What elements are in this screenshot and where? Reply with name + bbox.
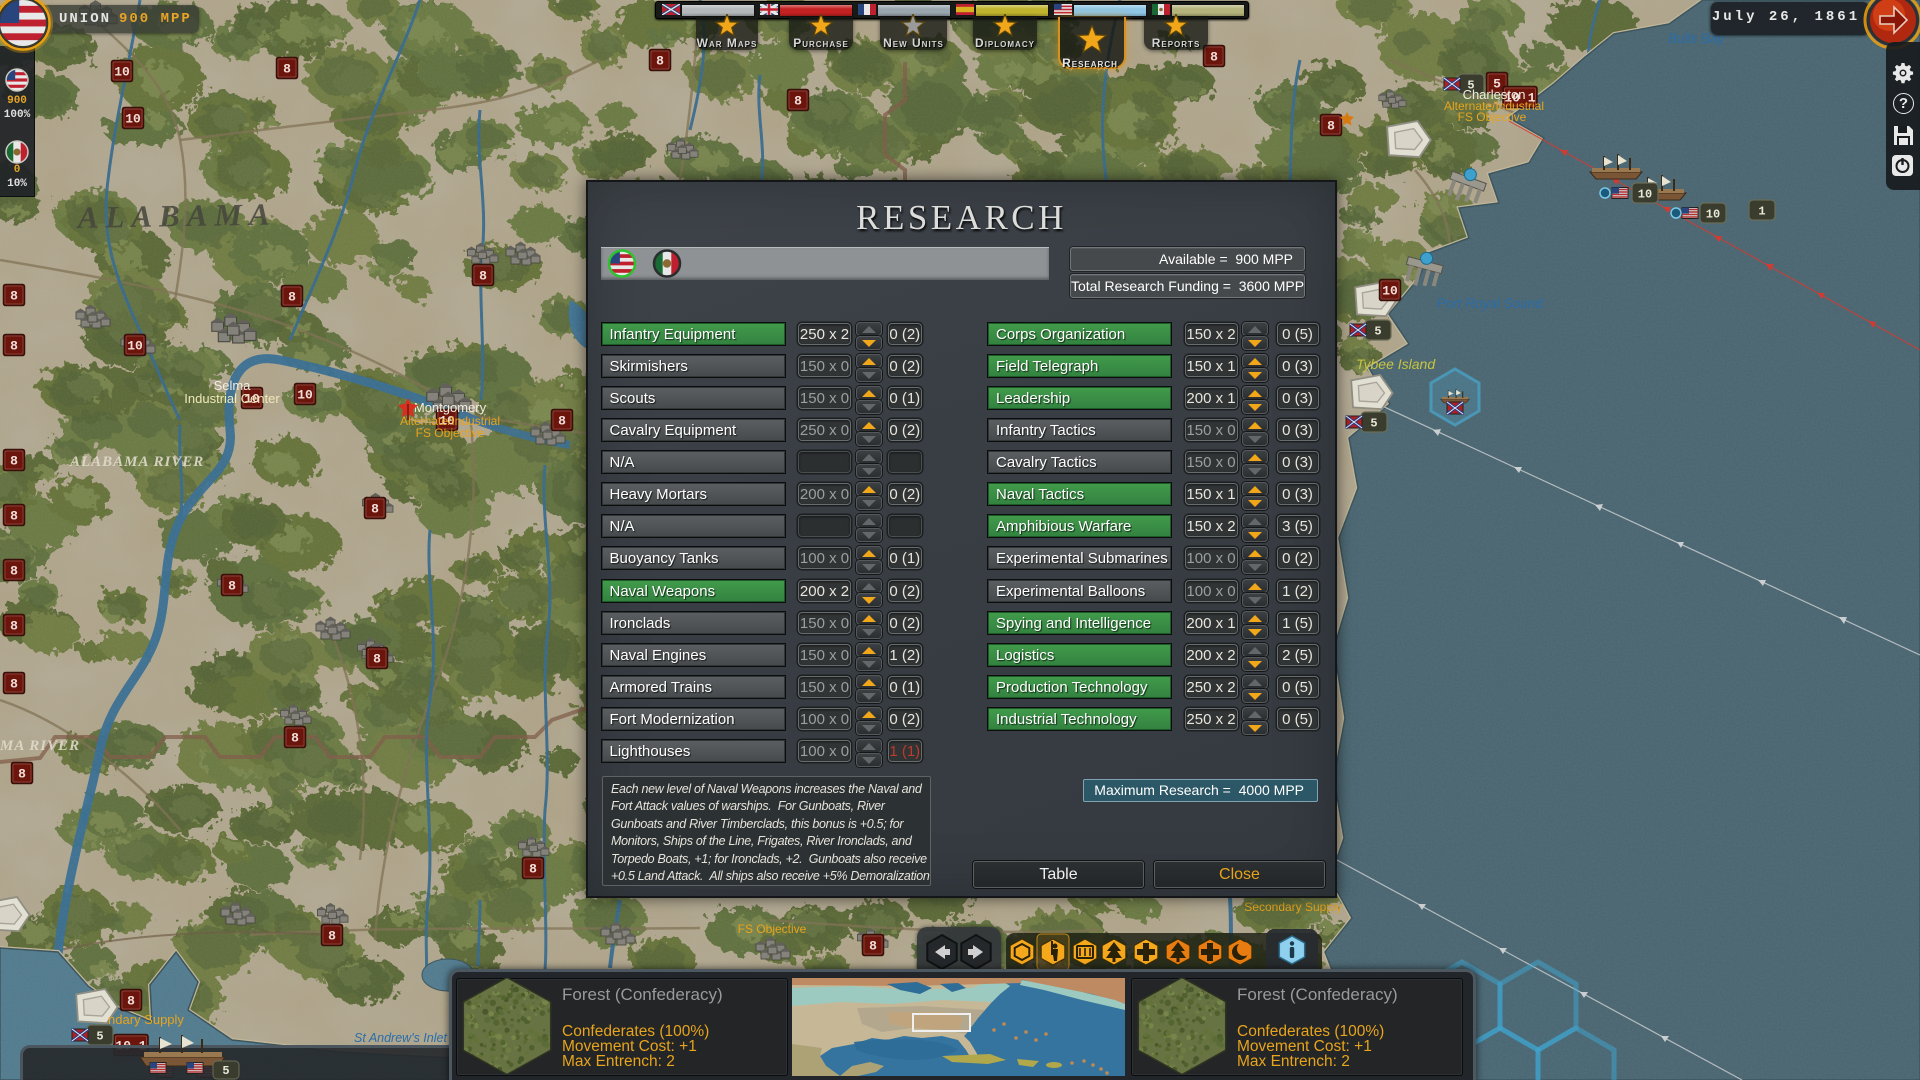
svg-text:8: 8 bbox=[869, 939, 877, 954]
svg-text:8: 8 bbox=[558, 414, 566, 429]
svg-text:8: 8 bbox=[228, 579, 236, 594]
svg-text:Tybee Island: Tybee Island bbox=[1356, 356, 1436, 372]
svg-text:8: 8 bbox=[283, 62, 291, 77]
svg-text:8: 8 bbox=[656, 54, 664, 69]
svg-text:8: 8 bbox=[291, 731, 299, 746]
svg-text:10: 10 bbox=[1382, 284, 1398, 299]
svg-text:ALABAMA: ALABAMA bbox=[75, 196, 276, 235]
svg-text:8: 8 bbox=[1327, 119, 1335, 134]
svg-text:1: 1 bbox=[1758, 205, 1765, 219]
svg-text:8: 8 bbox=[328, 929, 336, 944]
svg-text:8: 8 bbox=[529, 862, 537, 877]
svg-text:Secondary Supply: Secondary Supply bbox=[1244, 900, 1341, 914]
svg-text:10: 10 bbox=[1706, 208, 1720, 222]
svg-text:10: 10 bbox=[114, 65, 130, 80]
svg-text:8: 8 bbox=[10, 619, 18, 634]
svg-text:8: 8 bbox=[373, 652, 381, 667]
svg-text:FS Objective: FS Objective bbox=[416, 426, 485, 440]
svg-text:10: 10 bbox=[1638, 188, 1652, 202]
svg-text:8: 8 bbox=[18, 767, 26, 782]
svg-text:10: 10 bbox=[125, 112, 141, 127]
svg-text:5: 5 bbox=[1370, 417, 1377, 431]
svg-text:8: 8 bbox=[10, 339, 18, 354]
svg-text:Port Royal Sound: Port Royal Sound bbox=[1437, 296, 1543, 311]
svg-text:8: 8 bbox=[10, 677, 18, 692]
svg-text:ndary Supply: ndary Supply bbox=[108, 1012, 184, 1027]
svg-text:8: 8 bbox=[10, 509, 18, 524]
svg-text:8: 8 bbox=[288, 290, 296, 305]
svg-text:8: 8 bbox=[479, 269, 487, 284]
svg-text:8: 8 bbox=[10, 564, 18, 579]
svg-text:ALABAMA RIVER: ALABAMA RIVER bbox=[69, 454, 204, 470]
svg-text:10: 10 bbox=[127, 339, 143, 354]
svg-text:FS Objective: FS Objective bbox=[738, 922, 807, 936]
svg-text:8: 8 bbox=[1210, 50, 1218, 65]
svg-text:MA RIVER: MA RIVER bbox=[0, 738, 80, 754]
svg-text:8: 8 bbox=[794, 94, 802, 109]
svg-text:10: 10 bbox=[297, 388, 313, 403]
svg-text:5: 5 bbox=[222, 1064, 229, 1078]
svg-text:St Andrew's Inlet: St Andrew's Inlet bbox=[354, 1031, 447, 1045]
svg-text:8: 8 bbox=[127, 994, 135, 1009]
svg-text:8: 8 bbox=[10, 289, 18, 304]
svg-text:8: 8 bbox=[371, 502, 379, 517]
svg-text:8: 8 bbox=[10, 454, 18, 469]
svg-text:5: 5 bbox=[1374, 325, 1381, 339]
svg-text:Industrial Center: Industrial Center bbox=[184, 391, 280, 406]
svg-text:FS Objective: FS Objective bbox=[1458, 110, 1527, 124]
svg-text:Montgomery: Montgomery bbox=[414, 400, 487, 415]
svg-text:5: 5 bbox=[96, 1030, 103, 1044]
